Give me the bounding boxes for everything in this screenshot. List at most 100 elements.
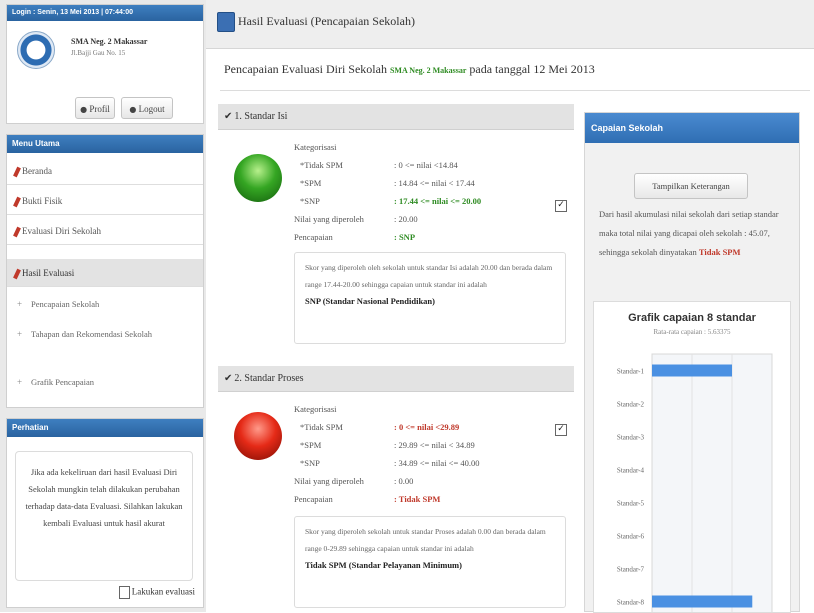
- standard-body: Kategorisasi *Tidak SPM : 0 <= nilai <14…: [218, 130, 574, 366]
- category-range: : 0 <= nilai <29.89: [394, 422, 460, 432]
- sub-item-grafik[interactable]: + Grafik Pencapaian: [7, 375, 203, 389]
- profil-button[interactable]: ● Profil: [75, 97, 115, 119]
- sub-item-label: Tahapan dan Rekomendasi Sekolah: [31, 329, 152, 339]
- sub-item-label: Pencapaian Sekolah: [31, 299, 100, 309]
- standard-note-text: Skor yang diperoleh sekolah untuk standa…: [305, 527, 546, 553]
- plot-area: [651, 353, 773, 612]
- category-name: *Tidak SPM: [300, 422, 343, 432]
- tick-label: Standar-7: [617, 566, 645, 574]
- login-bar: Login : Senin, 13 Mei 2013 | 07:44:00: [7, 5, 203, 21]
- sub-item-pencapaian[interactable]: + Pencapaian Sekolah: [7, 297, 203, 311]
- page-icon: [217, 12, 235, 32]
- category-range: : 14.84 <= nilai < 17.44: [394, 178, 475, 188]
- standard-header: ✔ 1. Standar Isi: [218, 104, 574, 130]
- pencil-icon: [13, 268, 21, 280]
- menu-item-label: Bukti Fisik: [22, 196, 63, 206]
- note-text: Jika ada kekeliruan dari hasil Evaluasi …: [15, 451, 193, 581]
- standard-body: Kategorisasi *Tidak SPM : 0 <= nilai <29…: [218, 392, 574, 612]
- headline-prefix: Pencapaian Evaluasi Diri Sekolah: [224, 62, 387, 76]
- plus-icon: +: [17, 377, 23, 387]
- nilai-label: Nilai yang diperoleh: [294, 214, 364, 224]
- menu-item-label: Hasil Evaluasi: [22, 268, 75, 278]
- logout-button[interactable]: ● Logout: [121, 97, 173, 119]
- capaian-title: Capaian Sekolah: [585, 113, 799, 143]
- chart-plot: Standar-1 Standar-2 Standar-3 Standar-4 Stan…: [617, 353, 773, 612]
- capaian-chart: Grafik capaian 8 standar Rata-rata capai…: [593, 301, 791, 613]
- category-name: *SPM: [300, 178, 322, 188]
- menu-item-bukti-fisik[interactable]: Bukti Fisik: [7, 187, 203, 215]
- school-address: Jl.Bajji Gau No. 15: [71, 49, 126, 57]
- pencil-icon: [13, 166, 21, 178]
- plus-icon: +: [17, 299, 23, 309]
- category-range: : 17.44 <= nilai <= 20.00: [394, 196, 482, 206]
- menu-item-beranda[interactable]: Beranda: [7, 157, 203, 185]
- pencapaian-value: : Tidak SPM: [394, 494, 441, 504]
- pencapaian-label: Pencapaian: [294, 494, 333, 504]
- tampilkan-keterangan-button[interactable]: Tampilkan Keterangan: [634, 173, 748, 199]
- category-range: : 34.89 <= nilai <= 40.00: [394, 458, 480, 468]
- pencapaian-label: Pencapaian: [294, 232, 333, 242]
- evaluasi-link[interactable]: Lakukan evaluasi: [118, 586, 195, 599]
- status-red-icon: [234, 412, 282, 460]
- nilai-value: : 0.00: [394, 476, 414, 486]
- kategorisasi-label: Kategorisasi: [294, 142, 337, 152]
- standard-note: Skor yang diperoleh oleh sekolah untuk s…: [294, 252, 566, 344]
- standard-title: 2. Standar Proses: [234, 373, 304, 384]
- category-name: *SNP: [300, 458, 320, 468]
- document-icon: [118, 586, 130, 599]
- tick-label: Standar-2: [617, 401, 645, 409]
- school-name: SMA Neg. 2 Makassar: [71, 37, 148, 46]
- menu-item-evaluasi-diri[interactable]: Evaluasi Diri Sekolah: [7, 217, 203, 245]
- category-checkbox[interactable]: ✓: [555, 200, 567, 212]
- category-name: *SPM: [300, 440, 322, 450]
- page-title: Hasil Evaluasi (Pencapaian Sekolah): [238, 14, 415, 28]
- standard-note-result: Tidak SPM (Standar Pelayanan Minimum): [305, 560, 462, 570]
- profil-icon: ●: [80, 105, 88, 114]
- logout-label: Logout: [138, 104, 165, 114]
- headline-school: SMA Neg. 2 Makassar: [389, 66, 467, 75]
- tick-label: Standar-8: [617, 599, 645, 607]
- logout-icon: ●: [129, 105, 137, 114]
- plus-icon: +: [17, 329, 23, 339]
- capaian-summary: Dari hasil akumulasi nilai sekolah dari …: [599, 205, 789, 262]
- tick-label: Standar-6: [617, 533, 645, 541]
- category-range: : 0 <= nilai <14.84: [394, 160, 458, 170]
- top-bar: Hasil Evaluasi (Pencapaian Sekolah): [206, 0, 814, 49]
- sidebar: Login : Senin, 13 Mei 2013 | 07:44:00 SM…: [0, 0, 206, 612]
- tick-label: Standar-3: [617, 434, 645, 442]
- standard-note-text: Skor yang diperoleh oleh sekolah untuk s…: [305, 263, 553, 289]
- sub-item-tahapan[interactable]: + Tahapan dan Rekomendasi Sekolah: [7, 327, 203, 341]
- status-green-icon: [234, 154, 282, 202]
- category-name: *SNP: [300, 196, 320, 206]
- note-title: Perhatian: [7, 419, 203, 437]
- check-icon: ✔: [224, 373, 233, 384]
- nilai-label: Nilai yang diperoleh: [294, 476, 364, 486]
- menu-item-hasil-evaluasi[interactable]: Hasil Evaluasi: [7, 259, 203, 287]
- category-name: *Tidak SPM: [300, 160, 343, 170]
- profil-label: Profil: [89, 104, 110, 114]
- evaluasi-link-label: Lakukan evaluasi: [131, 586, 195, 597]
- menu-title: Menu Utama: [7, 135, 203, 153]
- standard-note-result: SNP (Standar Nasional Pendidikan): [305, 296, 435, 306]
- school-logo: [17, 31, 55, 69]
- tick-label: Standar-4: [617, 467, 645, 475]
- summary-status: Tidak SPM: [698, 247, 741, 257]
- nilai-value: : 20.00: [394, 214, 418, 224]
- chart-title: Grafik capaian 8 standar: [628, 312, 756, 324]
- standard-note: Skor yang diperoleh sekolah untuk standa…: [294, 516, 566, 608]
- summary-text: Dari hasil akumulasi nilai sekolah dari …: [599, 209, 779, 257]
- pencil-icon: [13, 196, 21, 208]
- note-panel: Perhatian Jika ada kekeliruan dari hasil…: [6, 418, 204, 608]
- tick-label: Standar-5: [617, 500, 645, 508]
- standard-title: 1. Standar Isi: [234, 111, 288, 122]
- capaian-panel: Capaian Sekolah Tampilkan Keterangan Dar…: [584, 112, 800, 613]
- headline-suffix: pada tanggal 12 Mei 2013: [469, 62, 595, 76]
- standard-header: ✔ 2. Standar Proses: [218, 366, 574, 392]
- sub-item-label: Grafik Pencapaian: [31, 377, 95, 387]
- pencapaian-value: : SNP: [394, 232, 416, 242]
- kategorisasi-label: Kategorisasi: [294, 404, 337, 414]
- evaluation-headline: Pencapaian Evaluasi Diri Sekolah SMA Neg…: [224, 62, 595, 77]
- category-checkbox[interactable]: ✓: [555, 424, 567, 436]
- chart-subtitle: Rata-rata capaian : 5.63375: [653, 328, 731, 336]
- chart-bar: [652, 364, 732, 377]
